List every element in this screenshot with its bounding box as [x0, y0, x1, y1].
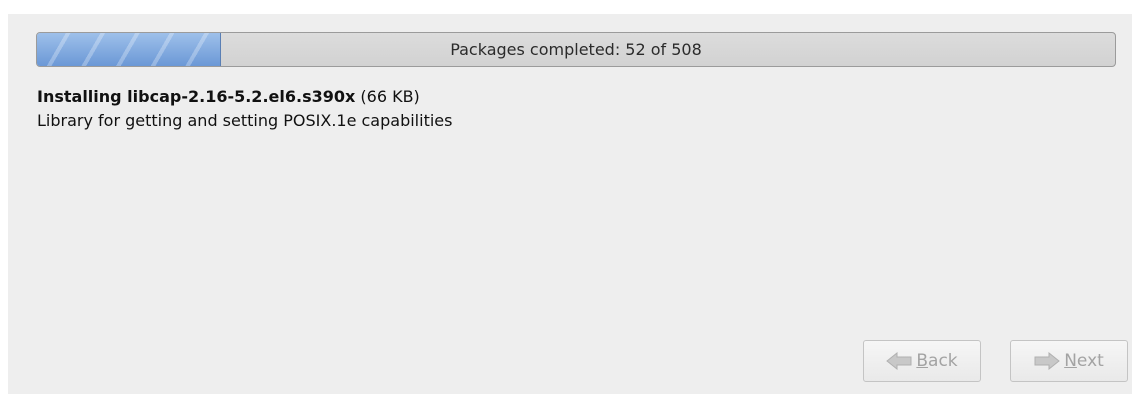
back-button-label: Back [916, 351, 958, 371]
current-package-name: Installing libcap-2.16-5.2.el6.s390x [37, 87, 356, 106]
progress-label: Packages completed: 52 of 508 [450, 40, 702, 59]
current-package-line: Installing libcap-2.16-5.2.el6.s390x (66… [37, 87, 420, 106]
arrow-right-icon [1034, 352, 1060, 370]
next-button-label: Next [1064, 351, 1104, 371]
back-button[interactable]: Back [863, 340, 981, 382]
install-progress-bar: Packages completed: 52 of 508 [36, 32, 1116, 67]
installer-panel: Packages completed: 52 of 508 Installing… [8, 14, 1132, 394]
current-package-description: Library for getting and setting POSIX.1e… [37, 111, 453, 130]
arrow-left-icon [886, 352, 912, 370]
next-button[interactable]: Next [1010, 340, 1128, 382]
current-package-size: (66 KB) [355, 87, 420, 106]
